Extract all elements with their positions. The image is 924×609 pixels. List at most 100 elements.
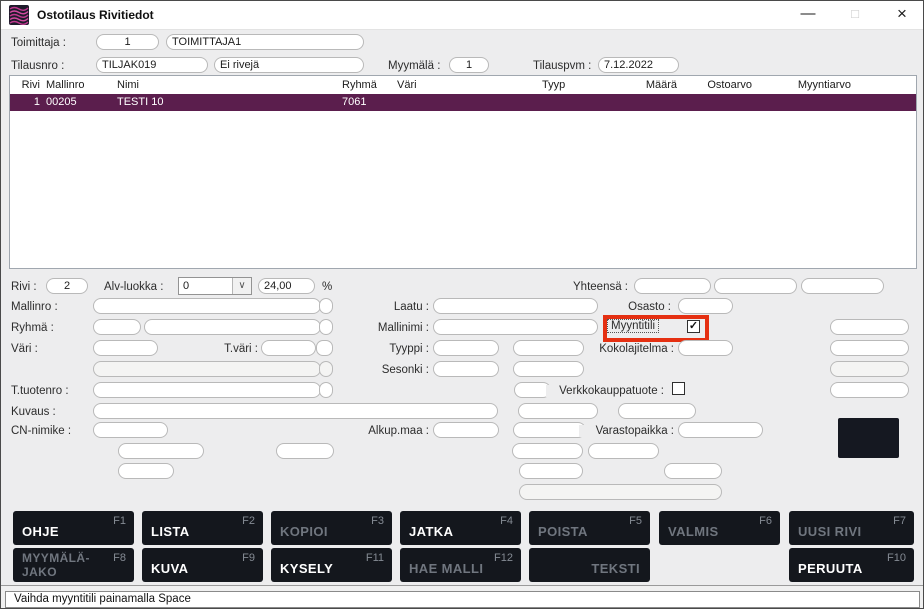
cn-nimike-field[interactable]	[93, 422, 168, 438]
mallinimi-field[interactable]	[433, 319, 598, 335]
fkey-label: F7	[893, 515, 906, 527]
tvari-label: T.väri :	[206, 343, 258, 355]
myyntitili-label: Myyntitili	[607, 319, 659, 333]
blank-field-8	[519, 484, 722, 500]
lista-button[interactable]: LISTA F2	[142, 511, 263, 545]
table-row[interactable]: 1 00205 TESTI 10 7061	[10, 94, 916, 111]
kuvaus-field[interactable]	[93, 403, 498, 419]
tilauspvm-field[interactable]: 7.12.2022	[598, 57, 679, 73]
cell-nimi: TESTI 10	[117, 96, 163, 108]
ryhma-name-field[interactable]	[144, 319, 321, 335]
vari-label: Väri :	[11, 343, 38, 355]
mid-field-3[interactable]	[513, 422, 586, 438]
blank-field-3[interactable]	[512, 443, 583, 459]
blank-field-1[interactable]	[118, 443, 204, 459]
valmis-button[interactable]: VALMIS F6	[659, 511, 780, 545]
uusi-rivi-button[interactable]: UUSI RIVI F7	[789, 511, 914, 545]
sesonki-field-2[interactable]	[513, 361, 584, 377]
button-label: UUSI RIVI	[798, 524, 862, 539]
mallinimi-label: Mallinimi :	[349, 322, 429, 334]
myyntitili-checkbox[interactable]: ✓	[687, 320, 700, 333]
myymala-jako-button[interactable]: MYYMÄLÄ-JAKO F8	[13, 548, 134, 582]
fkey-label: F6	[759, 515, 772, 527]
hae-malli-button[interactable]: HAE MALLI F12	[400, 548, 521, 582]
extra-name-field	[93, 361, 321, 377]
fkey-label: F4	[500, 515, 513, 527]
col-header-tyyp: Tyyp	[542, 79, 565, 91]
kokolajitelma-label: Kokolajitelma :	[579, 343, 674, 355]
right-field-2[interactable]	[830, 340, 909, 356]
button-label: VALMIS	[668, 524, 719, 539]
alv-luokka-select[interactable]: 0 ∨	[178, 277, 252, 295]
mallinro-field[interactable]	[93, 298, 321, 314]
yhteensa-field-1[interactable]	[634, 278, 711, 294]
blank-field-7[interactable]	[664, 463, 722, 479]
laatu-label: Laatu :	[349, 301, 429, 313]
tilausnro-field[interactable]: TILJAK019	[96, 57, 208, 73]
blank-field-5[interactable]	[118, 463, 174, 479]
tyyppi-label: Tyyppi :	[349, 343, 429, 355]
window-title: Ostotilaus Rivitiedot	[37, 8, 154, 22]
varastopaikka-field[interactable]	[678, 422, 763, 438]
yhteensa-field-3[interactable]	[801, 278, 884, 294]
kuva-button[interactable]: KUVA F9	[142, 548, 263, 582]
kokolajitelma-field[interactable]	[678, 340, 733, 356]
verkkokauppa-checkbox[interactable]	[672, 382, 685, 395]
col-header-nimi: Nimi	[117, 79, 139, 91]
tvari-field[interactable]	[261, 340, 316, 356]
col-header-rivi: Rivi	[18, 79, 40, 91]
sesonki-label: Sesonki :	[349, 364, 429, 376]
blank-field-2[interactable]	[276, 443, 334, 459]
alkupmaa-field[interactable]	[433, 422, 499, 438]
kysely-button[interactable]: KYSELY F11	[271, 548, 392, 582]
blank-field-4[interactable]	[588, 443, 659, 459]
toimittaja-name-field[interactable]: TOIMITTAJA1	[166, 34, 364, 50]
col-header-vari: Väri	[397, 79, 417, 91]
titlebar: Ostotilaus Rivitiedot — □ ×	[1, 1, 923, 30]
kopioi-button[interactable]: KOPIOI F3	[271, 511, 392, 545]
tyyppi-field-2[interactable]	[513, 340, 584, 356]
toimittaja-code-field[interactable]: 1	[96, 34, 159, 50]
ostotilaus-window: Ostotilaus Rivitiedot — □ × Toimittaja :…	[0, 0, 924, 609]
teksti-button[interactable]: TEKSTI	[529, 548, 650, 582]
rivi-label: Rivi :	[11, 281, 37, 293]
alv-percent-field[interactable]: 24,00	[258, 278, 315, 294]
fkey-label: F3	[371, 515, 384, 527]
status-message: Vaihda myyntitili painamalla Space	[5, 591, 920, 608]
right-field-1[interactable]	[830, 319, 909, 335]
mid-field-1[interactable]	[518, 403, 598, 419]
peruuta-button[interactable]: PERUUTA F10	[789, 548, 914, 582]
right-field-4[interactable]	[830, 382, 909, 398]
mid-field-2[interactable]	[618, 403, 696, 419]
osasto-label: Osasto :	[611, 301, 671, 313]
osasto-field[interactable]	[678, 298, 733, 314]
blank-field-6[interactable]	[519, 463, 583, 479]
sesonki-field-1[interactable]	[433, 361, 499, 377]
alkupmaa-label: Alkup.maa :	[349, 425, 429, 437]
kuvaus-label: Kuvaus :	[11, 406, 56, 418]
minimize-icon[interactable]: —	[791, 1, 825, 29]
jatka-button[interactable]: JATKA F4	[400, 511, 521, 545]
button-label: POISTA	[538, 524, 588, 539]
cell-rivi: 1	[18, 96, 40, 108]
ttuotenro-field[interactable]	[93, 382, 321, 398]
status-bar: Vaihda myyntitili painamalla Space	[1, 585, 923, 609]
verkkokauppa-label: Verkkokauppatuote :	[546, 385, 664, 397]
button-label: LISTA	[151, 524, 190, 539]
toimittaja-label: Toimittaja :	[11, 37, 66, 49]
close-icon[interactable]: ×	[885, 1, 919, 29]
chevron-down-icon[interactable]: ∨	[232, 278, 251, 294]
ryhma-code-field[interactable]	[93, 319, 141, 335]
extra-name-field-cap	[319, 361, 333, 377]
yhteensa-field-2[interactable]	[714, 278, 797, 294]
poista-button[interactable]: POISTA F5	[529, 511, 650, 545]
col-header-ostoarvo: Ostoarvo	[697, 79, 752, 91]
myymala-field[interactable]: 1	[449, 57, 489, 73]
col-header-mallinro: Mallinro	[46, 79, 85, 91]
ohje-button[interactable]: OHJE F1	[13, 511, 134, 545]
rivi-field[interactable]: 2	[46, 278, 88, 294]
vari-field[interactable]	[93, 340, 158, 356]
laatu-field[interactable]	[433, 298, 598, 314]
button-label: HAE MALLI	[409, 561, 483, 576]
tyyppi-field-1[interactable]	[433, 340, 499, 356]
